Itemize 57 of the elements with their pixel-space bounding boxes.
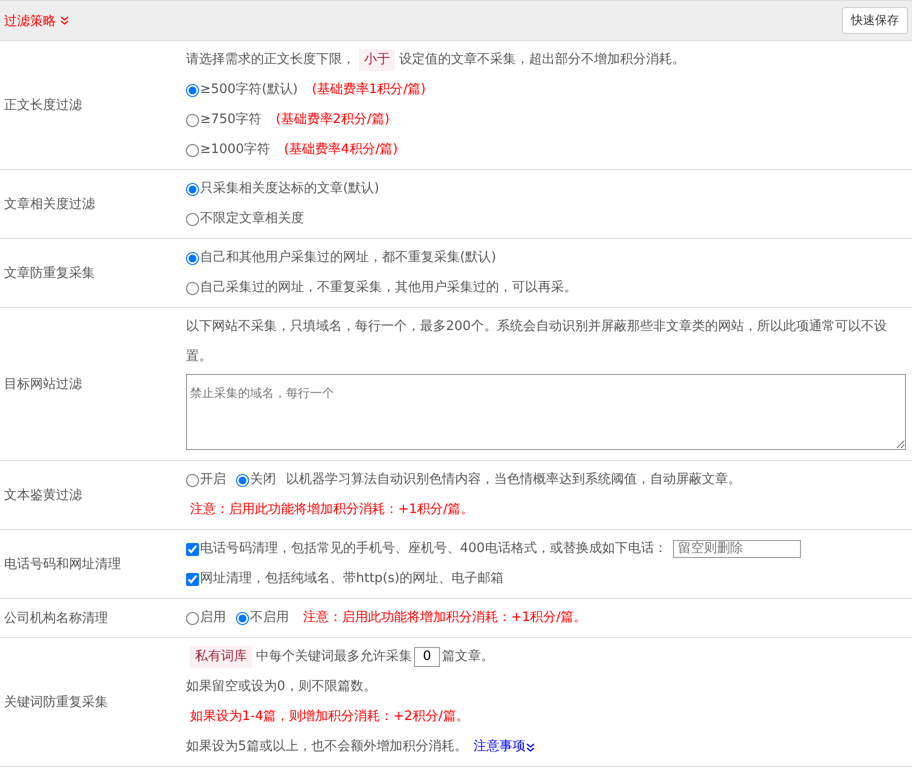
radio-button[interactable] (186, 252, 199, 264)
count-input[interactable]: 0 (414, 647, 440, 667)
double-chevron-icon (60, 16, 69, 25)
option-label[interactable]: 启用 (200, 603, 226, 633)
option-label[interactable]: 电话号码清理，包括常见的手机号、座机号、400电话格式，或替换成如下电话： (200, 534, 667, 564)
radio-button[interactable] (186, 84, 199, 96)
setting-label: 文章相关度过滤 (4, 196, 95, 213)
cost-note: 注意：启用此功能将增加积分消耗：+1积分/篇。 (190, 501, 474, 519)
checkbox[interactable] (186, 542, 199, 556)
setting-label: 正文长度过滤 (4, 97, 82, 114)
description-text: 如果设为5篇或以上，也不会额外增加积分消耗。 (186, 738, 468, 756)
description-text: 如果留空或设为0，则不限篇数。 (186, 679, 376, 694)
radio-button[interactable] (236, 612, 249, 624)
radio-button[interactable] (236, 474, 249, 486)
setting-label: 文本鉴黄过滤 (4, 487, 82, 504)
option-label[interactable]: 网址清理，包括纯域名、带http(s)的网址、电子邮箱 (200, 564, 504, 594)
radio-button[interactable] (186, 182, 199, 196)
option-label[interactable]: 只采集相关度达标的文章(默认) (200, 174, 380, 204)
cost-note: (基础费率1积分/篇) (312, 81, 426, 99)
radio-button[interactable] (186, 212, 199, 226)
checkbox[interactable] (186, 572, 199, 586)
description-text: 篇文章。 (442, 648, 494, 666)
option-label[interactable]: 开启 (200, 465, 226, 495)
cost-note: 注意：启用此功能将增加积分消耗：+1积分/篇。 (303, 609, 587, 627)
option-label[interactable]: ≥1000字符 (200, 135, 270, 165)
option-label[interactable]: 不限定文章相关度 (200, 204, 304, 234)
domain-textarea[interactable]: 禁止采集的域名，每行一个 (186, 374, 906, 450)
setting-label: 目标网站过滤 (4, 376, 82, 393)
notes-link[interactable]: 注意事项 (473, 732, 536, 762)
option-label[interactable]: ≥500字符(默认) (200, 75, 298, 105)
radio-button[interactable] (186, 144, 199, 156)
radio-button[interactable] (186, 282, 199, 294)
radio-button[interactable] (186, 612, 199, 624)
option-label[interactable]: 关闭 (250, 465, 276, 495)
keyword-tag: 私有词库 (190, 646, 252, 668)
description-text: 中每个关键词最多允许采集 (256, 648, 412, 666)
cost-note: 如果设为1-4篇，则增加积分消耗：+2积分/篇。 (190, 708, 469, 726)
radio-button[interactable] (186, 474, 199, 486)
description-text: 以机器学习算法自动识别色情内容，当色情概率达到系统阈值，自动屏蔽文章。 (286, 471, 741, 489)
cost-note: (基础费率2积分/篇) (276, 111, 390, 129)
description-text: 设定值的文章不采集，超出部分不增加积分消耗。 (399, 51, 685, 69)
option-label[interactable]: 不启用 (250, 603, 289, 633)
setting-label: 文章防重复采集 (4, 265, 95, 282)
option-label[interactable]: 自己和其他用户采集过的网址，都不重复采集(默认) (200, 243, 496, 273)
radio-button[interactable] (186, 114, 199, 126)
setting-label: 关键词防重复采集 (4, 694, 108, 711)
double-chevron-icon (526, 742, 536, 752)
keyword-tag: 小于 (359, 49, 395, 71)
option-label[interactable]: 自己采集过的网址，不重复采集，其他用户采集过的，可以再采。 (200, 273, 577, 303)
description-text: 以下网站不采集，只填域名，每行一个，最多200个。系统会自动识别并屏蔽那些非文章类的网站，所以此项通常可以不设置。 (186, 319, 887, 364)
save-button[interactable]: 快速保存 (842, 7, 908, 34)
option-label[interactable]: ≥750字符 (200, 105, 262, 135)
setting-label: 电话号码和网址清理 (4, 556, 121, 573)
cost-note: (基础费率4积分/篇) (284, 141, 398, 159)
phone-input[interactable]: 留空则删除 (672, 540, 801, 558)
setting-label: 公司机构名称清理 (4, 610, 108, 627)
description-text: 请选择需求的正文长度下限， (186, 51, 355, 69)
